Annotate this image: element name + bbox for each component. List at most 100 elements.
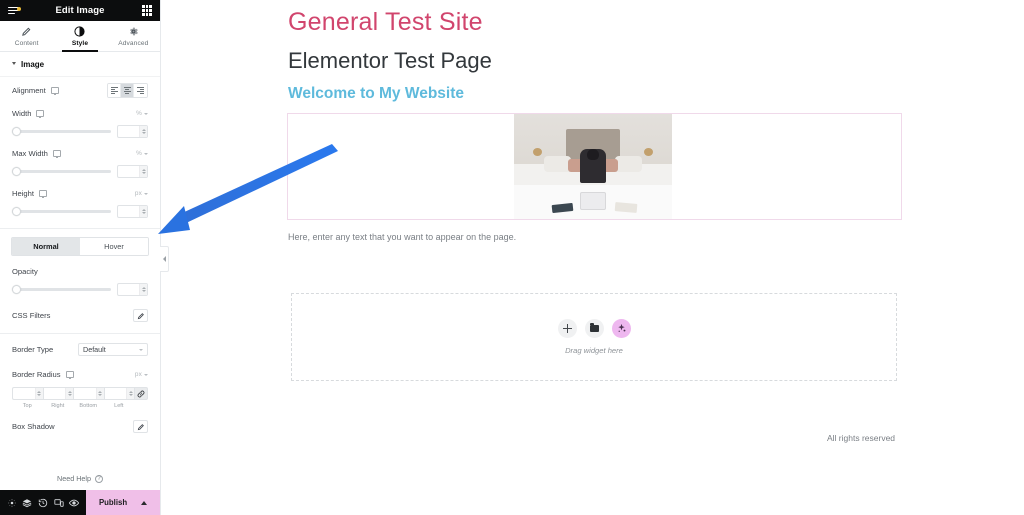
responsive-mode-icon[interactable] bbox=[53, 498, 64, 508]
footer-rights-text: All rights reserved bbox=[827, 433, 896, 443]
link-chain-icon[interactable] bbox=[134, 387, 148, 400]
chevron-down-icon bbox=[144, 192, 148, 195]
preview-eye-icon[interactable] bbox=[69, 498, 80, 508]
navigator-layers-icon[interactable] bbox=[22, 498, 32, 508]
bedroom-laptop-photo bbox=[514, 114, 672, 219]
caption-bottom: Bottom bbox=[79, 403, 98, 409]
image-widget[interactable] bbox=[514, 114, 672, 219]
chevron-down-icon bbox=[144, 112, 148, 115]
control-max-width: Max Width % bbox=[0, 140, 160, 180]
desktop-device-icon[interactable] bbox=[50, 87, 59, 95]
border-type-select[interactable]: Default bbox=[78, 343, 148, 356]
page-canvas: General Test Site Elementor Test Page We… bbox=[161, 0, 1024, 515]
settings-icon[interactable] bbox=[7, 498, 17, 508]
height-number-input[interactable] bbox=[117, 205, 148, 218]
chevron-down-icon bbox=[144, 152, 148, 155]
border-radius-right bbox=[42, 387, 73, 400]
history-icon[interactable] bbox=[38, 498, 48, 508]
hamburger-menu-icon[interactable] bbox=[0, 5, 26, 16]
elementor-editor: Edit Image Content Style Advanced Image … bbox=[0, 0, 1024, 515]
tab-hover[interactable]: Hover bbox=[80, 238, 148, 255]
width-unit-selector[interactable]: % bbox=[136, 110, 148, 117]
control-border-type: Border Type Default bbox=[0, 334, 160, 359]
height-slider[interactable] bbox=[12, 207, 111, 216]
border-radius-bottom bbox=[73, 387, 104, 400]
opacity-slider-knob[interactable] bbox=[12, 285, 21, 294]
panel-body: Image Alignment Width % Max Width % Heig… bbox=[0, 52, 160, 490]
opacity-number-input[interactable] bbox=[117, 283, 148, 296]
desktop-device-icon[interactable] bbox=[36, 110, 45, 118]
desktop-device-icon[interactable] bbox=[38, 190, 47, 198]
state-tabs: Normal Hover bbox=[11, 237, 149, 256]
widget-dropzone[interactable]: Drag widget here bbox=[291, 293, 897, 381]
site-title: General Test Site bbox=[288, 8, 483, 36]
tab-style[interactable]: Style bbox=[53, 21, 106, 52]
ai-builder-button[interactable] bbox=[611, 319, 631, 338]
max-width-slider-knob[interactable] bbox=[12, 167, 21, 176]
plus-icon bbox=[562, 324, 572, 333]
box-shadow-edit-button[interactable] bbox=[133, 420, 148, 433]
max-width-unit-label: % bbox=[136, 150, 142, 157]
width-stepper[interactable] bbox=[139, 126, 147, 137]
question-circle-icon: ? bbox=[94, 474, 103, 483]
tab-content[interactable]: Content bbox=[0, 21, 53, 51]
elementor-panel: Edit Image Content Style Advanced Image … bbox=[0, 0, 161, 515]
desktop-device-icon[interactable] bbox=[65, 371, 74, 379]
control-box-shadow: Box Shadow bbox=[0, 411, 160, 436]
image-widget-section[interactable] bbox=[287, 113, 902, 220]
border-radius-label: Border Radius bbox=[12, 370, 61, 379]
border-radius-unit-selector[interactable]: px bbox=[135, 371, 148, 378]
border-radius-top bbox=[12, 387, 43, 400]
control-width: Width % bbox=[0, 100, 160, 140]
border-radius-captions: Top Right Bottom Left bbox=[12, 400, 148, 409]
width-unit-label: % bbox=[136, 110, 142, 117]
max-width-stepper[interactable] bbox=[139, 166, 147, 177]
max-width-label: Max Width bbox=[12, 149, 48, 158]
height-unit-selector[interactable]: px bbox=[135, 190, 148, 197]
panel-title: Edit Image bbox=[55, 5, 105, 16]
opacity-slider[interactable] bbox=[12, 285, 111, 294]
publish-button[interactable]: Publish bbox=[86, 490, 160, 515]
align-center-button[interactable] bbox=[121, 84, 134, 97]
page-title: Elementor Test Page bbox=[288, 48, 492, 73]
control-css-filters: CSS Filters bbox=[0, 298, 160, 325]
align-right-button[interactable] bbox=[134, 84, 147, 97]
tab-advanced[interactable]: Advanced bbox=[107, 21, 160, 51]
control-height: Height px bbox=[0, 180, 160, 220]
css-filters-edit-button[interactable] bbox=[133, 309, 148, 322]
pencil-icon bbox=[0, 26, 53, 37]
caption-top: Top bbox=[22, 403, 32, 409]
align-left-button[interactable] bbox=[108, 84, 121, 97]
tab-normal[interactable]: Normal bbox=[12, 238, 80, 255]
box-shadow-label: Box Shadow bbox=[12, 422, 55, 431]
panel-footer: Publish bbox=[0, 490, 160, 515]
border-type-label: Border Type bbox=[12, 345, 54, 354]
folder-icon bbox=[589, 323, 599, 332]
height-value bbox=[118, 206, 139, 217]
panel-header: Edit Image bbox=[0, 0, 160, 21]
section-image-header[interactable]: Image bbox=[0, 52, 160, 77]
section-image-title: Image bbox=[21, 60, 45, 69]
add-widget-button[interactable] bbox=[557, 319, 577, 338]
alignment-label: Alignment bbox=[12, 86, 46, 95]
height-stepper[interactable] bbox=[139, 206, 147, 217]
max-width-slider[interactable] bbox=[12, 167, 111, 176]
width-number-input[interactable] bbox=[117, 125, 148, 138]
panel-collapse-handle[interactable] bbox=[160, 246, 169, 272]
max-width-number-input[interactable] bbox=[117, 165, 148, 178]
caption-left: Left bbox=[114, 403, 124, 409]
gear-icon bbox=[107, 26, 160, 37]
opacity-stepper[interactable] bbox=[139, 284, 147, 295]
chevron-up-icon[interactable] bbox=[141, 500, 148, 505]
add-template-button[interactable] bbox=[584, 319, 604, 338]
chevron-down-icon bbox=[12, 62, 16, 67]
need-help[interactable]: Need Help ? bbox=[0, 474, 160, 483]
width-slider[interactable] bbox=[12, 127, 111, 136]
width-slider-knob[interactable] bbox=[12, 127, 21, 136]
publish-label: Publish bbox=[98, 498, 128, 507]
height-slider-knob[interactable] bbox=[12, 207, 21, 216]
desktop-device-icon[interactable] bbox=[52, 150, 61, 158]
max-width-unit-selector[interactable]: % bbox=[136, 150, 148, 157]
border-radius-unit-label: px bbox=[134, 371, 142, 378]
grid-apps-icon[interactable] bbox=[134, 5, 160, 16]
